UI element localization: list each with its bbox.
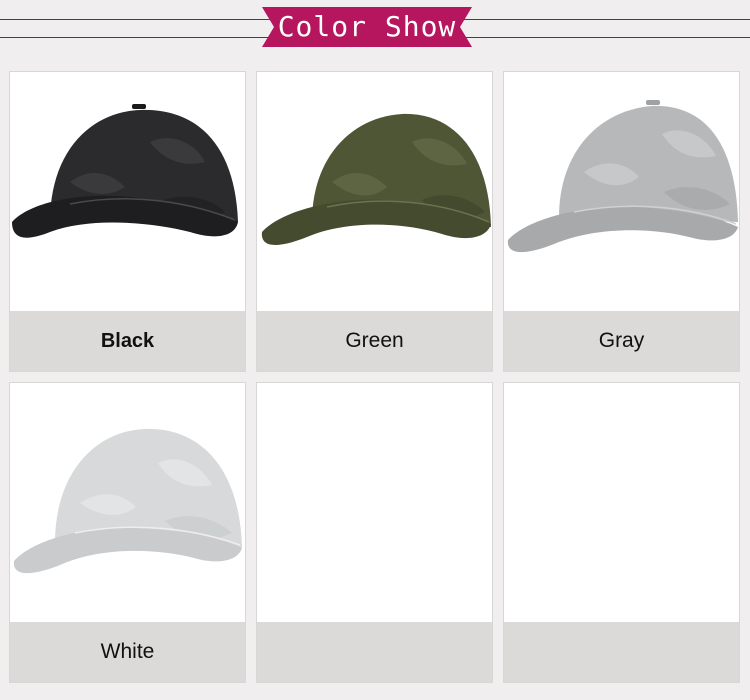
- color-label: [504, 622, 739, 682]
- color-label: Gray: [504, 311, 739, 371]
- empty-card: [256, 382, 493, 683]
- color-label: Black: [10, 311, 245, 371]
- title-banner: Color Show: [262, 7, 472, 47]
- green-cap-image: [261, 113, 491, 246]
- white-cap-image: [13, 428, 243, 574]
- color-card-black[interactable]: Black: [9, 71, 246, 372]
- section-header: Color Show: [0, 0, 750, 56]
- color-label: Green: [257, 311, 492, 371]
- color-card-gray[interactable]: Gray: [503, 71, 740, 372]
- empty-card: [503, 382, 740, 683]
- color-label: White: [10, 622, 245, 682]
- black-cap-image: [12, 104, 238, 238]
- color-label: [257, 622, 492, 682]
- color-card-white[interactable]: White: [9, 382, 246, 683]
- section-title: Color Show: [277, 10, 457, 43]
- gray-cap-image: [507, 100, 738, 253]
- color-card-green[interactable]: Green: [256, 71, 493, 372]
